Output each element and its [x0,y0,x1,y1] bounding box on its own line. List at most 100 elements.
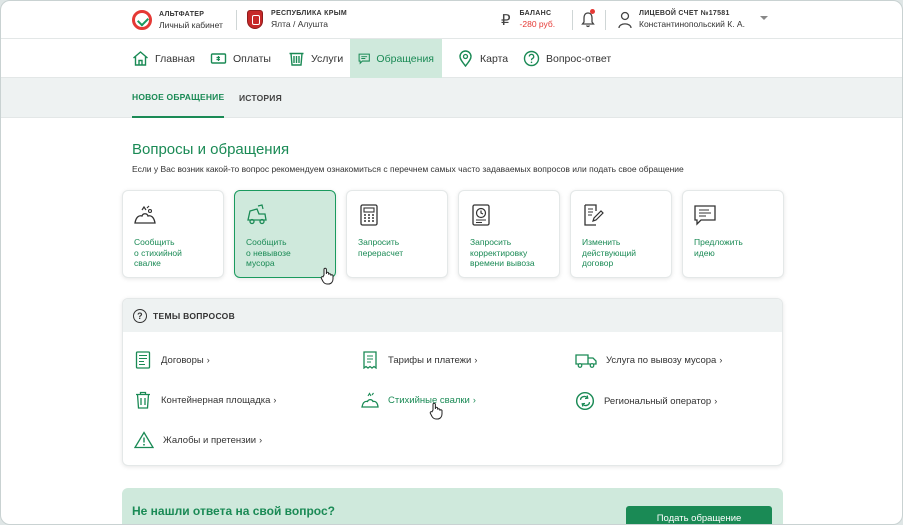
brand-logo[interactable]: АЛЬТФАТЕР Личный кабинет [132,10,223,30]
divider [605,10,606,30]
recycle-icon [575,391,595,411]
garbage-truck-icon [247,204,267,225]
bin-icon [136,391,150,409]
balance-label: БАЛАНС [519,10,552,17]
balance-value: -280 руб. [519,19,556,29]
brand-subtitle: Личный кабинет [159,19,223,30]
brand-logo-icon [132,10,152,30]
chevron-right-icon: › [273,395,277,405]
card-label: Изменить действующий договор [582,237,637,268]
region-city: Ялта / Алушта [271,19,328,29]
warning-icon [134,431,154,449]
card-label: Запросить перерасчет [358,237,404,258]
account-holder: Константинопольский К. А. [639,19,745,29]
question-icon [523,50,540,67]
topic-tariffs[interactable]: Тарифы и платежи › [361,351,477,369]
nav-map[interactable]: Карта [449,39,516,78]
chevron-down-icon[interactable] [760,16,768,20]
region-selector[interactable]: РЕСПУБЛИКА КРЫМ Ялта / Алушта [247,10,347,29]
topic-regional-operator[interactable]: Региональный оператор › [575,391,717,411]
card-request-recalc[interactable]: Запросить перерасчет [346,190,448,278]
brand-name: АЛЬТФАТЕР [159,10,205,18]
clock-document-icon [472,204,490,226]
sub-tabs: НОВОЕ ОБРАЩЕНИЕ ИСТОРИЯ [1,78,902,118]
banner-text: Не нашли ответа на свой вопрос? [132,504,335,518]
nav-home-label: Главная [155,52,195,65]
contract-icon [135,351,151,369]
receipt-icon [363,351,377,369]
calculator-icon [360,204,378,226]
edit-document-icon [584,204,604,226]
topic-label: Жалобы и претензии [163,434,257,446]
topic-label: Услуга по вывозу мусора [606,354,717,366]
chat-icon [358,53,370,65]
divider [572,10,573,30]
home-icon [133,51,148,66]
hand-cursor-icon [320,267,334,285]
top-bar: АЛЬТФАТЕР Личный кабинет РЕСПУБЛИКА КРЫМ… [1,1,902,39]
tab-new-request[interactable]: НОВОЕ ОБРАЩЕНИЕ [132,78,225,118]
topic-contracts[interactable]: Договоры › [134,351,210,369]
topic-label: Региональный оператор [604,395,712,407]
card-request-time-change[interactable]: Запросить корректировку времени вывоза [458,190,560,278]
topics-header: ? ТЕМЫ ВОПРОСОВ [123,299,782,332]
user-icon [618,11,632,28]
chevron-right-icon: › [206,355,210,365]
account-number: ЛИЦЕВОЙ СЧЕТ №17581 [639,10,730,17]
topic-label: Контейнерная площадка [161,394,271,406]
topic-label: Договоры [161,354,204,366]
nav-payments-label: Оплаты [233,52,271,65]
topic-container-site[interactable]: Контейнерная площадка › [134,391,276,409]
trash-pile-icon [361,392,379,408]
help-banner: Не нашли ответа на свой вопрос? Подать о… [122,488,783,524]
nav-requests[interactable]: Обращения [350,39,442,78]
topic-garbage-service[interactable]: Услуга по вывозу мусора › [575,351,722,369]
hand-cursor-icon [429,402,443,420]
card-label: Предложить идею [694,237,743,258]
nav-map-label: Карта [480,52,509,65]
page-title: Вопросы и обращения [132,141,290,158]
region-name: РЕСПУБЛИКА КРЫМ [271,10,347,17]
card-label: Сообщить о стихийной свалке [134,237,182,268]
nav-payments[interactable]: Оплаты [202,39,279,78]
topics-panel: ? ТЕМЫ ВОПРОСОВ Договоры › Тарифы и плате… [122,298,783,466]
card-suggest-idea[interactable]: Предложить идею [682,190,784,278]
card-report-dump[interactable]: Сообщить о стихийной свалке [122,190,224,278]
chevron-right-icon: › [714,396,718,406]
ruble-icon: ₽ [501,11,511,29]
main-nav: Главная Оплаты Услуги Обращения Карта Во… [1,39,902,78]
nav-services[interactable]: Услуги [280,39,351,78]
tab-history[interactable]: ИСТОРИЯ [239,78,282,118]
chevron-right-icon: › [719,355,723,365]
page-subtitle: Если у Вас возник какой-то вопрос рекоме… [132,164,684,174]
divider [236,10,237,30]
nav-requests-label: Обращения [376,52,434,65]
submit-request-button[interactable]: Подать обращение [626,506,772,524]
notification-dot [590,9,595,14]
card-label: Запросить корректировку времени вывоза [470,237,535,268]
nav-faq[interactable]: Вопрос-ответ [515,39,619,78]
card-report-no-pickup[interactable]: Сообщить о невывозе мусора [234,190,336,278]
topic-label: Тарифы и платежи [388,354,472,366]
nav-home[interactable]: Главная [124,39,203,78]
topics-title: ТЕМЫ ВОПРОСОВ [153,310,236,321]
crimea-crest-icon [247,10,263,29]
app-window: АЛЬТФАТЕР Личный кабинет РЕСПУБЛИКА КРЫМ… [0,0,903,525]
chevron-right-icon: › [474,355,478,365]
card-change-contract[interactable]: Изменить действующий договор [570,190,672,278]
balance-widget[interactable]: ₽ БАЛАНС -280 руб. [501,10,555,29]
map-pin-icon [459,50,472,67]
message-idea-icon [694,205,716,226]
topic-illegal-dumps[interactable]: Стихийные свалки › [361,391,476,409]
chevron-right-icon: › [259,435,263,445]
payment-icon [210,53,227,64]
chevron-right-icon: › [472,395,476,405]
nav-services-label: Услуги [311,52,344,65]
card-label: Сообщить о невывозе мусора [246,237,291,268]
truck-icon [575,354,597,368]
nav-faq-label: Вопрос-ответ [546,52,612,65]
topic-complaints[interactable]: Жалобы и претензии › [134,431,262,449]
services-icon [289,52,304,66]
trash-pile-icon [134,205,156,224]
account-menu[interactable]: ЛИЦЕВОЙ СЧЕТ №17581 Константинопольский … [618,10,745,29]
